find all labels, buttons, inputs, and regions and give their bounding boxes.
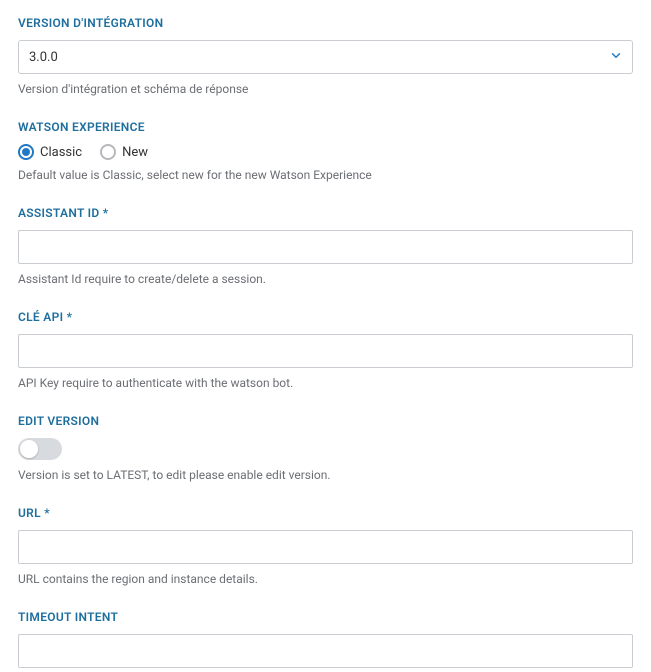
- watson-experience-radio-group: Classic New: [18, 144, 633, 160]
- url-help: URL contains the region and instance det…: [18, 572, 633, 586]
- edit-version-label: EDIT VERSION: [18, 414, 633, 428]
- assistant-id-input[interactable]: [18, 230, 633, 264]
- field-assistant-id: ASSISTANT ID * Assistant Id require to c…: [18, 206, 633, 286]
- radio-new[interactable]: New: [100, 144, 148, 160]
- assistant-id-label: ASSISTANT ID *: [18, 206, 633, 220]
- radio-icon: [100, 144, 116, 160]
- url-input[interactable]: [18, 530, 633, 564]
- radio-classic-label: Classic: [40, 145, 82, 160]
- radio-classic[interactable]: Classic: [18, 144, 82, 160]
- field-timeout-intent: TIMEOUT INTENT Default timeout intent: [18, 610, 633, 672]
- edit-version-toggle[interactable]: [18, 438, 62, 460]
- field-url: URL * URL contains the region and instan…: [18, 506, 633, 586]
- integration-version-value: 3.0.0: [29, 50, 58, 65]
- assistant-id-help: Assistant Id require to create/delete a …: [18, 272, 633, 286]
- edit-version-help: Version is set to LATEST, to edit please…: [18, 468, 633, 482]
- field-edit-version: EDIT VERSION Version is set to LATEST, t…: [18, 414, 633, 482]
- toggle-knob: [20, 440, 38, 458]
- settings-form: VERSION D'INTÉGRATION 3.0.0 Version d'in…: [0, 0, 651, 672]
- field-integration-version: VERSION D'INTÉGRATION 3.0.0 Version d'in…: [18, 16, 633, 96]
- field-watson-experience: WATSON EXPERIENCE Classic New Default va…: [18, 120, 633, 182]
- api-key-label: CLÉ API *: [18, 310, 633, 324]
- url-label: URL *: [18, 506, 633, 520]
- field-api-key: CLÉ API * API Key require to authenticat…: [18, 310, 633, 390]
- radio-icon: [18, 144, 34, 160]
- api-key-help: API Key require to authenticate with the…: [18, 376, 633, 390]
- watson-experience-label: WATSON EXPERIENCE: [18, 120, 633, 134]
- integration-version-select[interactable]: 3.0.0: [18, 40, 633, 74]
- integration-version-label: VERSION D'INTÉGRATION: [18, 16, 633, 30]
- timeout-intent-input[interactable]: [18, 634, 633, 668]
- timeout-intent-label: TIMEOUT INTENT: [18, 610, 633, 624]
- radio-new-label: New: [122, 145, 148, 160]
- integration-version-help: Version d'intégration et schéma de répon…: [18, 82, 633, 96]
- api-key-input[interactable]: [18, 334, 633, 368]
- watson-experience-help: Default value is Classic, select new for…: [18, 168, 633, 182]
